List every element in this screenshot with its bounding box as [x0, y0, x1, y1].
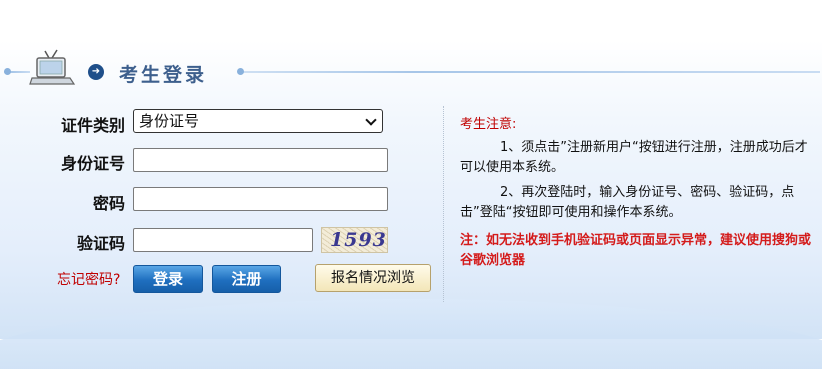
header-dot-left — [4, 68, 11, 75]
id-number-input[interactable] — [133, 148, 388, 172]
vertical-divider — [443, 106, 444, 302]
notice-item-2: 2、再次登陆时，输入身份证号、密码、验证码，点击”登陆“按钮即可使用和操作本系统… — [460, 185, 795, 220]
notice-title: 考生注意: — [460, 117, 517, 132]
header-dot-right — [237, 68, 244, 75]
password-label: 密码 — [92, 194, 125, 213]
header-line-right — [240, 71, 820, 73]
notice-warning: 注：如无法收到手机验证码或页面显示异常，建议使用搜狗或谷歌浏览器 — [460, 233, 812, 268]
password-input[interactable] — [133, 187, 388, 211]
captcha-text: 1593 — [330, 229, 387, 251]
arrow-right-icon: ➜ — [88, 64, 104, 80]
id-type-select[interactable]: 身份证号 — [133, 109, 383, 133]
forgot-password-link[interactable]: 忘记密码? — [57, 269, 120, 289]
page-title: 考生登录 — [119, 64, 208, 86]
login-button[interactable]: 登录 — [133, 265, 203, 293]
captcha-image[interactable]: 1593 — [321, 227, 388, 253]
chevron-down-icon — [365, 114, 377, 126]
id-type-label: 证件类别 — [60, 116, 125, 135]
background-wave — [0, 299, 822, 369]
id-number-label: 身份证号 — [60, 154, 125, 173]
register-button[interactable]: 注册 — [212, 265, 281, 293]
browse-registration-button[interactable]: 报名情况浏览 — [315, 264, 431, 292]
captcha-input[interactable] — [133, 228, 313, 252]
notice-item-1: 1、须点击”注册新用户“按钮进行注册，注册成功后才可以使用本系统。 — [460, 140, 808, 175]
captcha-label: 验证码 — [76, 234, 125, 253]
id-type-value: 身份证号 — [139, 112, 200, 130]
laptop-icon — [29, 49, 76, 85]
